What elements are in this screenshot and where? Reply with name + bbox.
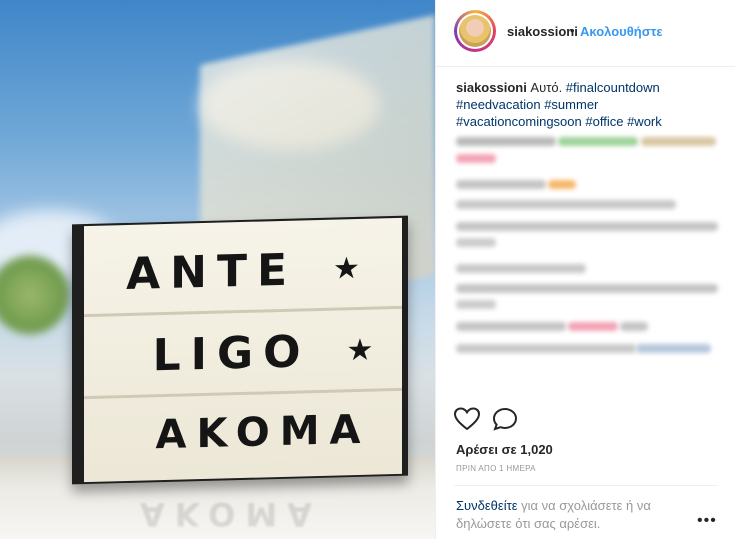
likes-count[interactable]: Αρέσει σε 1,020 xyxy=(456,442,553,457)
post-photo[interactable]: AKOMA ANTE ★ LIGO ★ AKOMA xyxy=(0,0,435,539)
comment-icon[interactable] xyxy=(492,407,518,436)
post-timestamp[interactable]: ΠΡΙΝ ΑΠΟ 1 ΗΜΕΡΑ xyxy=(456,464,536,473)
hashtag-link[interactable]: #office xyxy=(585,114,623,129)
tree xyxy=(0,250,70,340)
login-prompt: Συνδεθείτε για να σχολιάσετε ή να δηλώσε… xyxy=(456,497,701,533)
avatar[interactable] xyxy=(454,10,496,52)
sign-line-3: AKOMA xyxy=(84,396,402,470)
login-link[interactable]: Συνδεθείτε xyxy=(456,498,518,513)
hashtag-link[interactable]: #finalcountdown xyxy=(566,80,660,95)
post-sidebar: siakossioni • Ακολουθήστε siakossioni Αυ… xyxy=(435,0,735,539)
sign-text-3: AKOMA xyxy=(155,406,371,459)
sign-line-1: ANTE ★ xyxy=(84,232,402,310)
caption-username[interactable]: siakossioni xyxy=(456,80,527,95)
hashtag-link[interactable]: #work xyxy=(627,114,662,129)
hashtag-link[interactable]: #vacationcomingsoon xyxy=(456,114,582,129)
caption-text: Αυτό. xyxy=(526,80,566,95)
sign-reflection: AKOMA xyxy=(140,495,322,533)
separator-dot: • xyxy=(570,23,575,38)
heart-icon[interactable] xyxy=(453,407,481,436)
divider xyxy=(454,485,718,486)
follow-button[interactable]: Ακολουθήστε xyxy=(580,24,663,39)
more-options-icon[interactable]: ••• xyxy=(697,512,717,530)
post-header: siakossioni • Ακολουθήστε xyxy=(436,0,735,67)
hashtag-link[interactable]: #summer xyxy=(544,97,598,112)
star-icon: ★ xyxy=(346,332,374,368)
post-caption: siakossioni Αυτό. #finalcountdown #needva… xyxy=(456,79,718,130)
header-username[interactable]: siakossioni xyxy=(507,24,578,39)
star-icon: ★ xyxy=(333,250,360,287)
lightbox-sign: ANTE ★ LIGO ★ AKOMA xyxy=(84,217,402,483)
sign-line-2: LIGO ★ xyxy=(84,314,402,392)
instagram-post: AKOMA ANTE ★ LIGO ★ AKOMA siakossioni • … xyxy=(0,0,735,539)
hashtag-link[interactable]: #needvacation xyxy=(456,97,541,112)
sign-text-2: LIGO xyxy=(152,325,311,381)
sign-text-1: ANTE xyxy=(126,244,298,300)
